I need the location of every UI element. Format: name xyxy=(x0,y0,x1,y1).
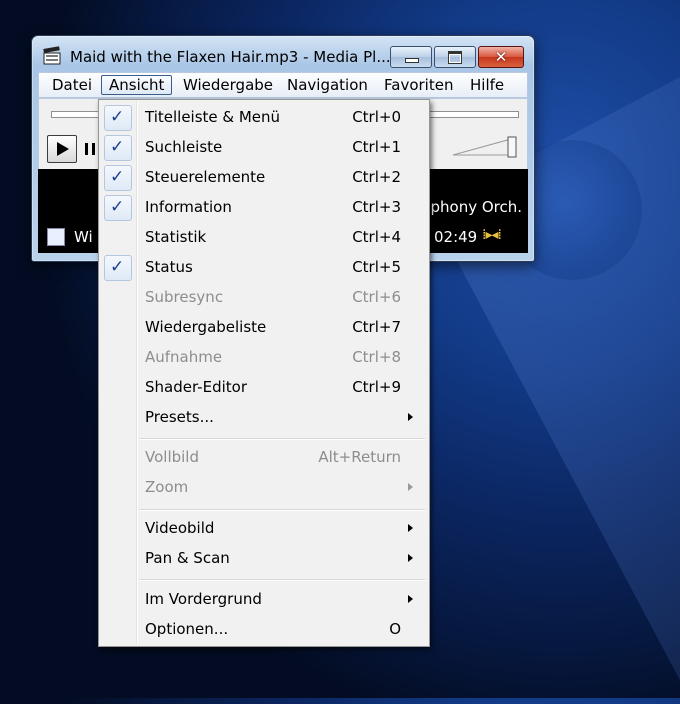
menu-item-label: Im Vordergrund xyxy=(145,590,262,608)
menu-item-label: Suchleiste xyxy=(145,138,223,156)
menu-item-shortcut: Ctrl+4 xyxy=(352,228,401,246)
menu-separator xyxy=(139,438,425,440)
menu-item-steuerelemente[interactable]: Steuerelemente Ctrl+2 xyxy=(101,163,427,191)
menu-item-shader-editor[interactable]: Shader-Editor Ctrl+9 xyxy=(101,373,427,401)
menu-item-shortcut: Ctrl+1 xyxy=(352,138,401,156)
menu-item-shortcut: Ctrl+6 xyxy=(352,288,401,306)
menu-item-aufnahme: Aufnahme Ctrl+8 xyxy=(101,343,427,371)
menu-favoriten[interactable]: Favoriten xyxy=(377,76,460,94)
submenu-arrow-icon xyxy=(408,554,413,562)
menu-item-optionen[interactable]: Optionen... O xyxy=(101,615,427,643)
menu-hilfe[interactable]: Hilfe xyxy=(463,76,511,94)
checkmark-icon xyxy=(104,195,132,221)
menu-item-titelleiste[interactable]: Titelleiste & Menü Ctrl+0 xyxy=(101,103,427,131)
media-player-clapper-icon xyxy=(43,46,61,65)
checkmark-icon xyxy=(104,165,132,191)
menu-item-pan-scan[interactable]: Pan & Scan xyxy=(101,544,427,572)
menu-item-shortcut: Ctrl+7 xyxy=(352,318,401,336)
menu-item-shortcut: Ctrl+8 xyxy=(352,348,401,366)
menu-item-shortcut: Ctrl+2 xyxy=(352,168,401,186)
submenu-arrow-icon xyxy=(408,595,413,603)
menu-item-presets[interactable]: Presets... xyxy=(101,403,427,431)
menu-item-label: Shader-Editor xyxy=(145,378,247,396)
menu-item-label: Zoom xyxy=(145,478,189,496)
menu-item-shortcut: O xyxy=(389,620,401,638)
minimize-icon xyxy=(405,58,419,63)
checkmark-icon xyxy=(104,255,132,281)
menu-item-shortcut: Ctrl+5 xyxy=(352,258,401,276)
menu-item-label: Videobild xyxy=(145,519,215,537)
play-button[interactable] xyxy=(47,135,77,163)
checkmark-icon xyxy=(104,135,132,161)
menu-item-label: Aufnahme xyxy=(145,348,223,366)
maximize-button[interactable] xyxy=(434,46,476,68)
submenu-arrow-icon xyxy=(408,524,413,532)
info-artist-text: nphony Orch... xyxy=(421,198,521,216)
menu-separator xyxy=(139,509,425,511)
menu-item-information[interactable]: Information Ctrl+3 xyxy=(101,193,427,221)
menu-bar: Datei Ansicht Wiedergabe Navigation Favo… xyxy=(38,72,528,98)
menu-item-label: Statistik xyxy=(145,228,207,246)
view-menu-dropdown: Titelleiste & Menü Ctrl+0 Suchleiste Ctr… xyxy=(98,99,430,647)
checkmark-icon xyxy=(104,105,132,131)
menu-item-label: Titelleiste & Menü xyxy=(145,108,281,126)
status-text: Wi xyxy=(74,228,93,246)
menu-item-shortcut: Alt+Return xyxy=(318,448,401,466)
menu-item-videobild[interactable]: Videobild xyxy=(101,514,427,542)
menu-item-vollbild: Vollbild Alt+Return xyxy=(101,443,427,471)
menu-item-label: Steuerelemente xyxy=(145,168,266,186)
playback-time: 02:49 xyxy=(434,228,478,246)
menu-item-subresync: Subresync Ctrl+6 xyxy=(101,283,427,311)
menu-ansicht[interactable]: Ansicht xyxy=(101,75,173,95)
menu-item-label: Presets... xyxy=(145,408,214,426)
menu-item-label: Subresync xyxy=(145,288,224,306)
submenu-arrow-icon xyxy=(408,413,413,421)
close-button[interactable]: ✕ xyxy=(478,46,524,68)
menu-item-shortcut: Ctrl+3 xyxy=(352,198,401,216)
pause-button[interactable] xyxy=(85,143,95,155)
status-file-icon xyxy=(47,228,65,246)
menu-item-label: Pan & Scan xyxy=(145,549,230,567)
menu-item-label: Information xyxy=(145,198,232,216)
menu-navigation[interactable]: Navigation xyxy=(280,76,375,94)
submenu-arrow-icon xyxy=(408,483,413,491)
minimize-button[interactable] xyxy=(390,46,432,68)
menu-item-status[interactable]: Status Ctrl+5 xyxy=(101,253,427,281)
menu-item-shortcut: Ctrl+9 xyxy=(352,378,401,396)
audio-status-icon: ⁞▸◂⁞ xyxy=(482,227,502,243)
menu-item-wiedergabeliste[interactable]: Wiedergabeliste Ctrl+7 xyxy=(101,313,427,341)
menu-item-label: Vollbild xyxy=(145,448,199,466)
menu-item-zoom: Zoom xyxy=(101,473,427,501)
volume-slider[interactable] xyxy=(451,135,519,159)
menu-item-im-vordergrund[interactable]: Im Vordergrund xyxy=(101,585,427,613)
menu-item-statistik[interactable]: Statistik Ctrl+4 xyxy=(101,223,427,251)
menu-item-suchleiste[interactable]: Suchleiste Ctrl+1 xyxy=(101,133,427,161)
menu-datei[interactable]: Datei xyxy=(45,76,99,94)
menu-item-label: Wiedergabeliste xyxy=(145,318,267,336)
menu-item-label: Optionen... xyxy=(145,620,229,638)
play-icon xyxy=(57,142,69,156)
menu-item-shortcut: Ctrl+0 xyxy=(352,108,401,126)
menu-separator xyxy=(139,579,425,581)
maximize-icon xyxy=(448,51,462,64)
close-icon: ✕ xyxy=(494,48,508,66)
title-bar[interactable]: Maid with the Flaxen Hair.mp3 - Media Pl… xyxy=(32,36,534,70)
menu-wiedergabe[interactable]: Wiedergabe xyxy=(176,76,280,94)
window-title: Maid with the Flaxen Hair.mp3 - Media Pl… xyxy=(70,48,391,66)
menu-item-label: Status xyxy=(145,258,193,276)
